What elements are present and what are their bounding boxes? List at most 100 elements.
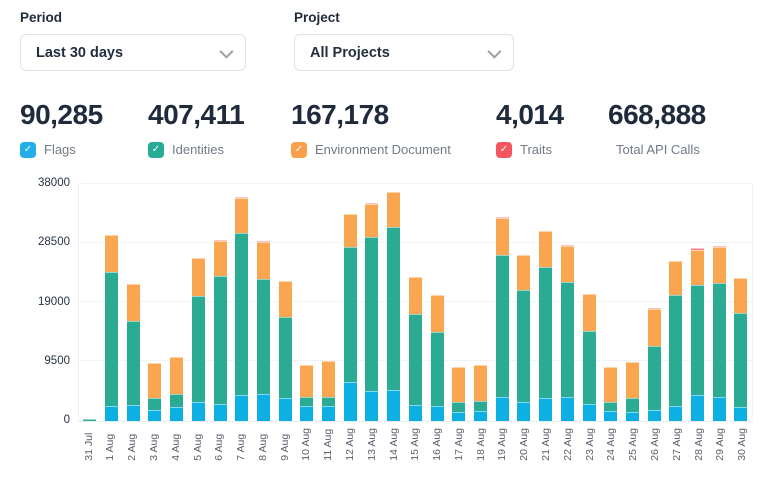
traits-count: 4,014 [496,98,608,132]
bar-22-aug[interactable] [556,184,578,421]
segment-environment-document [583,294,596,331]
bar-12-aug[interactable] [339,184,361,421]
y-tick-label: 28500 [0,237,70,249]
segment-environment-document [192,258,205,296]
bar-5-aug[interactable] [188,184,210,421]
bar-3-aug[interactable] [144,184,166,421]
project-label: Project [294,10,514,25]
segment-identities [713,283,726,396]
bar-13-aug[interactable] [361,184,383,421]
segment-identities [452,402,465,412]
stacked-bar [561,245,574,420]
traits-checkbox[interactable]: ✓ [496,142,512,158]
segment-flags [691,395,704,420]
segment-environment-document [387,192,400,227]
segment-flags [713,397,726,421]
stacked-bar [713,246,726,421]
stacked-bar [127,284,140,420]
bar-23-aug[interactable] [578,184,600,421]
x-tick-label: 6 Aug [209,428,231,461]
segment-environment-document [496,218,509,255]
segment-environment-document [604,367,617,402]
x-tick-label: 27 Aug [666,428,688,461]
traits-legend: ✓ Traits [496,141,608,159]
chevron-down-icon [219,44,233,58]
bar-24-aug[interactable] [600,184,622,421]
stacked-bar [170,357,183,420]
stacked-bar [583,294,596,421]
bar-20-aug[interactable] [513,184,535,421]
bar-10-aug[interactable] [296,184,318,421]
flags-legend: ✓ Flags [20,141,148,159]
bar-6-aug[interactable] [209,184,231,421]
x-tick-label: 12 Aug [339,428,361,461]
segment-identities [474,401,487,411]
identities-legend: ✓ Identities [148,141,291,159]
flags-checkbox[interactable]: ✓ [20,142,36,158]
bar-16-aug[interactable] [426,184,448,421]
segment-identities [431,332,444,406]
x-tick-label: 14 Aug [383,428,405,461]
identities-checkbox[interactable]: ✓ [148,142,164,158]
bar-17-aug[interactable] [448,184,470,421]
bar-26-aug[interactable] [643,184,665,421]
segment-environment-document [148,363,161,398]
segment-environment-document [626,362,639,397]
plot-area [78,184,753,422]
segment-environment-document [344,214,357,247]
segment-environment-document [365,204,378,238]
segment-identities [387,227,400,391]
bar-31-jul[interactable] [79,184,101,421]
stacked-bar [148,363,161,420]
check-icon: ✓ [152,145,160,155]
segment-environment-document [279,281,292,317]
period-dropdown[interactable]: Last 30 days [20,34,246,71]
stacked-bar [539,231,552,421]
segment-flags [648,410,661,421]
segment-flags [626,412,639,421]
bar-30-aug[interactable] [730,184,752,421]
bar-11-aug[interactable] [318,184,340,421]
segment-identities [517,290,530,402]
x-tick-label: 25 Aug [623,428,645,461]
x-tick-label: 28 Aug [688,428,710,461]
x-tick-label: 20 Aug [514,428,536,461]
bar-18-aug[interactable] [470,184,492,421]
bar-2-aug[interactable] [122,184,144,421]
bar-14-aug[interactable] [383,184,405,421]
bar-19-aug[interactable] [491,184,513,421]
bar-8-aug[interactable] [253,184,275,421]
bar-28-aug[interactable] [687,184,709,421]
environment-document-checkbox[interactable]: ✓ [291,142,307,158]
y-tick-label: 38000 [0,178,70,190]
bar-1-aug[interactable] [101,184,123,421]
stacked-bar [257,241,270,421]
identities-label: Identities [172,142,224,157]
segment-environment-document [431,295,444,332]
segment-flags [387,390,400,420]
segment-identities [691,285,704,396]
project-dropdown[interactable]: All Projects [294,34,514,71]
stacked-bar [648,308,661,420]
x-tick-label: 16 Aug [427,428,449,461]
x-tick-label: 9 Aug [274,428,296,461]
period-control: Period Last 30 days [20,10,246,71]
bar-9-aug[interactable] [274,184,296,421]
project-control: Project All Projects [294,10,514,71]
chevron-down-icon [487,44,501,58]
bar-4-aug[interactable] [166,184,188,421]
bar-21-aug[interactable] [535,184,557,421]
segment-flags [170,407,183,421]
segment-environment-document [691,250,704,285]
bar-27-aug[interactable] [665,184,687,421]
bar-15-aug[interactable] [405,184,427,421]
bar-25-aug[interactable] [622,184,644,421]
stacked-bar [387,192,400,421]
segment-identities [626,398,639,412]
bar-29-aug[interactable] [708,184,730,421]
segment-flags [517,402,530,421]
x-tick-label: 1 Aug [100,428,122,461]
bar-7-aug[interactable] [231,184,253,421]
segment-environment-document [214,241,227,276]
segment-flags [452,412,465,421]
